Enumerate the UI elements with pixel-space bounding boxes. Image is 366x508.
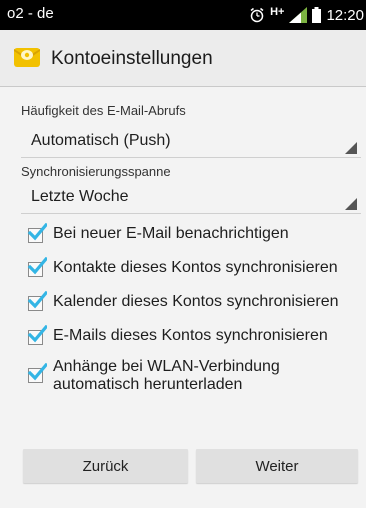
- dropdown-arrow-icon: [345, 198, 357, 210]
- status-icons: H+ 12:20: [249, 4, 366, 26]
- checkmark-icon: [27, 291, 47, 309]
- sync-range-dropdown[interactable]: Letzte Woche: [21, 185, 361, 214]
- sync-range-value: Letzte Woche: [31, 188, 129, 205]
- checkbox-label: Kontakte dieses Kontos synchronisieren: [53, 259, 338, 276]
- alarm-icon: [249, 7, 265, 23]
- checkbox-label: Kalender dieses Kontos synchronisieren: [53, 293, 339, 310]
- fetch-frequency-value: Automatisch (Push): [31, 132, 171, 149]
- fetch-frequency-dropdown[interactable]: Automatisch (Push): [21, 129, 361, 158]
- action-bar: Kontoeinstellungen: [0, 30, 366, 87]
- status-bar: o2 - de H+ 12:20: [0, 0, 366, 30]
- checkmark-icon: [27, 363, 47, 381]
- page-title: Kontoeinstellungen: [51, 48, 213, 69]
- checkbox-label: E-Mails dieses Kontos synchronisieren: [53, 327, 328, 344]
- clock: 12:20: [326, 6, 364, 24]
- checkbox[interactable]: [27, 257, 47, 277]
- checkbox[interactable]: [27, 223, 47, 243]
- checkbox[interactable]: [27, 363, 47, 383]
- back-button[interactable]: Zurück: [23, 449, 188, 483]
- checkmark-icon: [27, 257, 47, 275]
- checkbox-label-line1: Anhänge bei WLAN-Verbindung: [53, 358, 280, 375]
- battery-icon: [312, 7, 322, 23]
- carrier-label: o2 - de: [7, 5, 54, 22]
- sync-range-label: Synchronisierungsspanne: [21, 164, 171, 179]
- next-button[interactable]: Weiter: [196, 449, 358, 483]
- network-type-label: H+: [270, 6, 285, 18]
- fetch-frequency-label: Häufigkeit des E-Mail-Abrufs: [21, 103, 186, 118]
- email-app-icon: [13, 43, 41, 71]
- checkbox[interactable]: [27, 325, 47, 345]
- checkbox-label-line2: automatisch herunterladen: [53, 376, 243, 393]
- signal-icon: [289, 7, 308, 23]
- dropdown-arrow-icon: [345, 142, 357, 154]
- checkmark-icon: [27, 223, 47, 241]
- checkmark-icon: [27, 325, 47, 343]
- checkbox[interactable]: [27, 291, 47, 311]
- checkbox-label: Bei neuer E-Mail benachrichtigen: [53, 225, 289, 242]
